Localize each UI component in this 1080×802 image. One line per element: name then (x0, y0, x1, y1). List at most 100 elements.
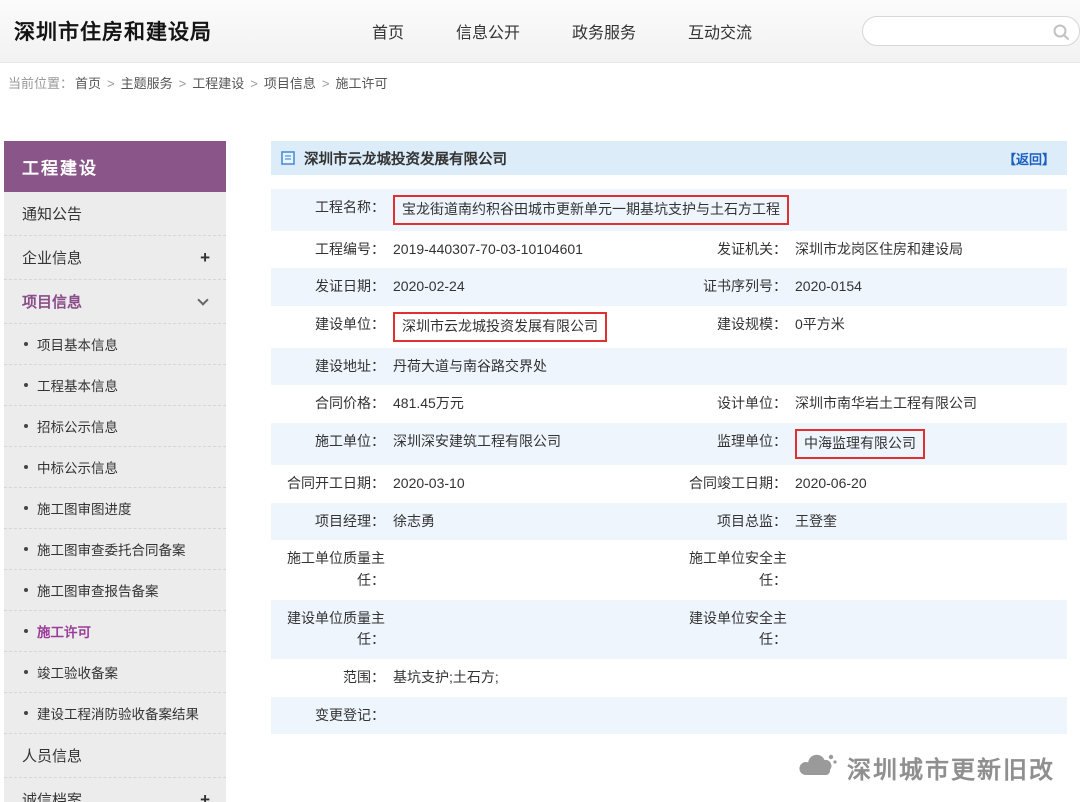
breadcrumb-link[interactable]: 主题服务 (121, 76, 173, 91)
field-label: 建设单位质量主任： (271, 600, 391, 659)
table-cell: 工程名称：宝龙街道南约积谷田城市更新单元一期基坑支护与土石方工程 (271, 189, 1067, 231)
field-label: 发证机关： (673, 231, 793, 269)
sidebar-subitem-label: 施工图审图进度 (37, 498, 132, 518)
field-value: 深圳深安建筑工程有限公司 (391, 423, 569, 465)
detail-title-bar: 深圳市云龙城投资发展有限公司 【返回】 (271, 141, 1067, 175)
sidebar-subitem[interactable]: 工程基本信息 (4, 365, 226, 406)
plus-icon: + (200, 791, 210, 802)
field-label: 证书序列号： (673, 268, 793, 306)
sidebar-subitem-label: 工程基本信息 (37, 375, 118, 395)
search-icon[interactable] (1052, 23, 1070, 41)
search-input[interactable] (863, 24, 1080, 39)
field-label: 建设单位： (271, 306, 391, 348)
table-row: 施工单位：深圳深安建筑工程有限公司监理单位：中海监理有限公司 (271, 423, 1067, 465)
bullet-dot-icon (24, 424, 28, 428)
table-row: 建设地址：丹荷大道与南谷路交界处 (271, 348, 1067, 386)
sidebar-subitem-label: 施工图审查委托合同备案 (37, 539, 186, 559)
table-cell: 施工单位质量主任： (271, 540, 673, 599)
field-label: 项目总监： (673, 503, 793, 541)
watermark: 深圳城市更新旧改 (271, 750, 1067, 785)
sidebar-subitem[interactable]: 施工图审查委托合同备案 (4, 529, 226, 570)
field-label: 建设地址： (271, 348, 391, 386)
sidebar-subitem[interactable]: 施工许可 (4, 611, 226, 652)
breadcrumb-separator: > (107, 76, 115, 91)
field-label: 建设规模： (673, 306, 793, 348)
table-cell: 建设地址：丹荷大道与南谷路交界处 (271, 348, 1067, 386)
field-value: 中海监理有限公司 (793, 423, 933, 465)
breadcrumb-link[interactable]: 工程建设 (192, 76, 244, 91)
sidebar-subitem-label: 招标公示信息 (37, 416, 118, 436)
nav-item[interactable]: 信息公开 (456, 19, 520, 43)
field-value: 基坑支护;土石方; (391, 659, 507, 697)
search-box (862, 16, 1080, 46)
sidebar-subitem-label: 中标公示信息 (37, 457, 118, 477)
field-value (391, 600, 401, 659)
table-cell: 合同价格：481.45万元 (271, 385, 673, 423)
table-cell: 建设单位安全主任： (673, 600, 1067, 659)
field-label: 建设单位安全主任： (673, 600, 793, 659)
breadcrumb-separator: > (322, 76, 330, 91)
field-label: 变更登记： (271, 697, 391, 735)
field-value: 481.45万元 (391, 385, 472, 423)
table-cell: 建设单位质量主任： (271, 600, 673, 659)
field-label: 施工单位质量主任： (271, 540, 391, 599)
breadcrumb-link[interactable]: 项目信息 (264, 76, 316, 91)
field-value: 2020-06-20 (793, 465, 875, 503)
field-label: 合同价格： (271, 385, 391, 423)
table-cell: 监理单位：中海监理有限公司 (673, 423, 1067, 465)
table-cell: 证书序列号：2020-0154 (673, 268, 1067, 306)
field-value: 深圳市龙岗区住房和建设局 (793, 231, 971, 269)
table-row: 合同价格：481.45万元设计单位：深圳市南华岩土工程有限公司 (271, 385, 1067, 423)
table-row: 工程编号：2019-440307-70-03-10104601发证机关：深圳市龙… (271, 231, 1067, 269)
field-value: 丹荷大道与南谷路交界处 (391, 348, 555, 386)
field-label: 施工单位： (271, 423, 391, 465)
field-label: 项目经理： (271, 503, 391, 541)
sidebar-item[interactable]: 企业信息+ (4, 236, 226, 280)
table-row: 变更登记： (271, 697, 1067, 735)
field-value (391, 540, 401, 599)
content-layout: 工程建设 通知公告企业信息+项目信息项目基本信息工程基本信息招标公示信息中标公示… (0, 101, 1080, 802)
sidebar-item-label: 人员信息 (22, 745, 82, 766)
sidebar-item[interactable]: 项目信息 (4, 280, 226, 324)
sidebar-subitem[interactable]: 招标公示信息 (4, 406, 226, 447)
nav-item[interactable]: 首页 (372, 19, 404, 43)
sidebar-subitem[interactable]: 施工图审图进度 (4, 488, 226, 529)
bullet-dot-icon (24, 547, 28, 551)
table-cell: 施工单位：深圳深安建筑工程有限公司 (271, 423, 673, 465)
bullet-dot-icon (24, 670, 28, 674)
sidebar-subitem[interactable]: 施工图审查报告备案 (4, 570, 226, 611)
field-label: 合同竣工日期： (673, 465, 793, 503)
detail-table: 工程名称：宝龙街道南约积谷田城市更新单元一期基坑支护与土石方工程工程编号：201… (271, 189, 1067, 734)
site-header: 深圳市住房和建设局 首页信息公开政务服务互动交流 (0, 0, 1080, 62)
field-value: 0平方米 (793, 306, 853, 348)
breadcrumb: 当前位置： 首页>主题服务>工程建设>项目信息>施工许可 (0, 62, 1080, 101)
chevron-down-icon (197, 294, 208, 305)
sidebar-subitem[interactable]: 建设工程消防验收备案结果 (4, 693, 226, 734)
breadcrumb-link[interactable]: 施工许可 (335, 76, 387, 91)
sidebar-item[interactable]: 人员信息 (4, 734, 226, 778)
breadcrumb-separator: > (179, 76, 187, 91)
table-row: 发证日期：2020-02-24证书序列号：2020-0154 (271, 268, 1067, 306)
field-value: 2020-03-10 (391, 465, 473, 503)
main-nav: 首页 信息公开 政务服务 互动交流 (372, 19, 752, 43)
sidebar-subitem[interactable]: 项目基本信息 (4, 324, 226, 365)
bullet-dot-icon (24, 506, 28, 510)
field-value (793, 540, 803, 599)
bullet-dot-icon (24, 383, 28, 387)
field-value: 深圳市云龙城投资发展有限公司 (391, 306, 615, 348)
sidebar-item-label: 项目信息 (22, 291, 82, 312)
bullet-dot-icon (24, 465, 28, 469)
nav-item[interactable]: 政务服务 (572, 19, 636, 43)
field-label: 工程编号： (271, 231, 391, 269)
table-cell: 建设规模：0平方米 (673, 306, 1067, 348)
sidebar-subitem[interactable]: 竣工验收备案 (4, 652, 226, 693)
sidebar-subitem[interactable]: 中标公示信息 (4, 447, 226, 488)
field-value: 徐志勇 (391, 503, 443, 541)
breadcrumb-link[interactable]: 首页 (75, 76, 101, 91)
sidebar-item[interactable]: 诚信档案+ (4, 778, 226, 802)
sidebar-item[interactable]: 通知公告 (4, 192, 226, 236)
sidebar: 工程建设 通知公告企业信息+项目信息项目基本信息工程基本信息招标公示信息中标公示… (4, 141, 226, 802)
table-cell: 工程编号：2019-440307-70-03-10104601 (271, 231, 673, 269)
back-button[interactable]: 【返回】 (1003, 149, 1055, 168)
nav-item[interactable]: 互动交流 (688, 19, 752, 43)
